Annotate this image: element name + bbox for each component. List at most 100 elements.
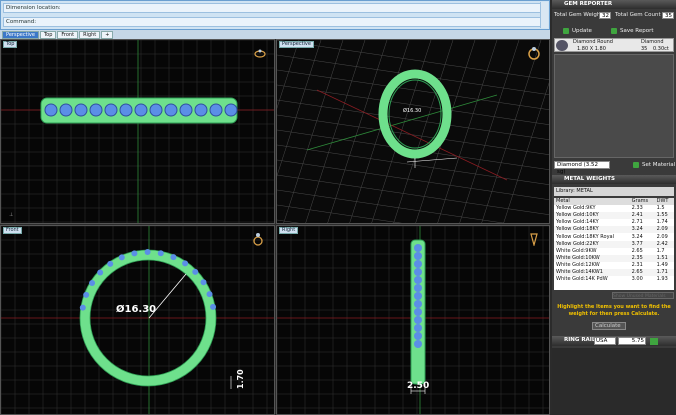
gem-list-area[interactable] bbox=[554, 54, 674, 158]
table-row[interactable]: Yellow Gold:18KY Royal 3.24 2.09 bbox=[554, 233, 674, 240]
table-row[interactable]: Yellow Gold:18KY 3.24 2.09 bbox=[554, 226, 674, 234]
tab-perspective[interactable]: Perspective bbox=[2, 31, 39, 39]
gem bbox=[89, 103, 103, 117]
viewport-front[interactable]: Front Ø16.30 1.70 bbox=[0, 225, 275, 415]
command-area: Dimension location: Command: bbox=[0, 0, 550, 30]
ring-perspective bbox=[378, 69, 452, 159]
table-cell: 2.65 bbox=[629, 268, 655, 277]
table-cell: White Gold:14K PdW bbox=[556, 276, 608, 283]
dimension-label: Ø16.30 bbox=[403, 107, 421, 114]
width-label: 2.50 bbox=[407, 381, 429, 391]
gem bbox=[179, 103, 193, 117]
gem bbox=[157, 250, 164, 257]
table-cell: White Gold:10KW bbox=[554, 254, 630, 262]
tab-front[interactable]: Front bbox=[57, 31, 79, 39]
gem bbox=[209, 103, 223, 117]
library-row[interactable]: Library: METAL bbox=[554, 187, 674, 196]
table-cell: 2.71 bbox=[631, 219, 643, 226]
table-cell: 3.24 bbox=[629, 226, 655, 234]
gem-reporter-header[interactable]: GEM REPORTER bbox=[552, 0, 676, 9]
table-cell: 1.74 bbox=[656, 219, 668, 226]
table-row[interactable]: White Gold:14KW1 2.65 1.71 bbox=[554, 268, 674, 277]
gem bbox=[79, 304, 86, 311]
viewport-label[interactable]: Front bbox=[3, 227, 22, 234]
viewport-label[interactable]: Right bbox=[279, 227, 299, 234]
command-input[interactable]: Command: bbox=[3, 17, 541, 27]
table-cell: White Gold:9KW bbox=[556, 247, 597, 254]
show-unused-toggle[interactable]: Show Unused Materials bbox=[612, 292, 674, 299]
gem bbox=[170, 254, 177, 261]
tab-top[interactable]: Top bbox=[39, 31, 57, 39]
refresh-icon bbox=[563, 28, 569, 34]
set-material-button[interactable]: Set Material bbox=[632, 161, 675, 169]
save-icon bbox=[611, 28, 617, 34]
gem bbox=[414, 268, 422, 276]
gem-size: 1.80 X 1.80 bbox=[577, 46, 606, 52]
table-row[interactable]: White Gold:14K PdW 3.00 1.93 bbox=[554, 276, 674, 283]
perspective-grid bbox=[277, 40, 549, 223]
gem-list-row[interactable]: Diamond Round 1.80 X 1.80 Diamond 35 0.3… bbox=[554, 38, 674, 52]
gem bbox=[182, 260, 189, 267]
region-select[interactable]: USA bbox=[594, 337, 616, 345]
metal-table[interactable]: Metal Grams DWT Yellow Gold:9KY 2.33 1.5 Ye… bbox=[554, 198, 674, 290]
material-select[interactable]: Diamond (3.52 sg) bbox=[554, 161, 610, 175]
gem bbox=[200, 279, 207, 286]
table-cell: 1.93 bbox=[656, 276, 668, 283]
library-value: METAL bbox=[576, 188, 593, 194]
table-row[interactable]: Yellow Gold:9KY 2.33 1.5 bbox=[554, 205, 674, 212]
viewport-right[interactable]: Right 2.50 bbox=[276, 225, 550, 415]
gem bbox=[134, 103, 148, 117]
viewport-perspective[interactable]: Perspective Ø16.30 bbox=[276, 39, 550, 224]
gem bbox=[414, 300, 422, 308]
gem-name: Diamond Round bbox=[573, 39, 613, 45]
metal-weights-header[interactable]: METAL WEIGHTS bbox=[552, 175, 676, 184]
ring-rail-title: RING RAIL bbox=[564, 337, 596, 343]
gem bbox=[414, 316, 422, 324]
ring-preview-icon bbox=[529, 232, 539, 246]
diameter-label: Ø16.30 bbox=[116, 303, 156, 315]
table-row[interactable]: Yellow Gold:22KY 3.77 2.42 bbox=[554, 240, 674, 248]
table-cell: 1.49 bbox=[656, 261, 668, 268]
gem bbox=[414, 244, 422, 252]
apply-size-icon[interactable] bbox=[650, 338, 658, 345]
command-history: Dimension location: bbox=[3, 3, 541, 13]
command-scrollbar[interactable] bbox=[540, 2, 548, 28]
table-cell: Yellow Gold:10KY bbox=[554, 212, 630, 220]
update-button[interactable]: Update bbox=[562, 27, 592, 35]
save-report-button[interactable]: Save Report bbox=[610, 27, 653, 35]
table-cell: 2.35 bbox=[629, 254, 655, 262]
gem bbox=[119, 103, 133, 117]
table-cell: 2.42 bbox=[654, 240, 674, 248]
gem-type: Diamond bbox=[641, 39, 664, 45]
calculate-button[interactable]: Calculate bbox=[592, 322, 626, 330]
table-row[interactable]: White Gold:10KW 2.35 1.51 bbox=[554, 254, 674, 262]
gem-count: 35 bbox=[641, 46, 648, 52]
column-header: Metal bbox=[554, 198, 630, 206]
gem bbox=[107, 260, 114, 267]
gem bbox=[414, 308, 422, 316]
table-row[interactable]: Yellow Gold:10KY 2.41 1.55 bbox=[554, 212, 674, 220]
table-cell: White Gold:12KW bbox=[556, 261, 600, 268]
table-row[interactable]: White Gold:12KW 2.31 1.49 bbox=[554, 262, 674, 269]
table-row[interactable]: Yellow Gold:14KY 2.71 1.74 bbox=[554, 219, 674, 226]
table-cell: White Gold:14KW1 bbox=[554, 268, 630, 277]
table-row[interactable]: White Gold:9KW 2.65 1.7 bbox=[554, 248, 674, 255]
gem bbox=[192, 268, 199, 275]
gem bbox=[59, 103, 73, 117]
viewport-label[interactable]: Top bbox=[3, 41, 18, 48]
viewport-label[interactable]: Perspective bbox=[279, 41, 314, 48]
table-cell: Yellow Gold:22KY bbox=[554, 240, 630, 248]
ring-size-input[interactable]: 5.75 bbox=[618, 337, 646, 345]
add-tab-button[interactable]: + bbox=[101, 31, 114, 39]
gem bbox=[206, 291, 213, 298]
table-cell: 3.77 bbox=[629, 240, 655, 248]
tab-right[interactable]: Right bbox=[79, 31, 101, 39]
table-cell: 2.65 bbox=[631, 247, 643, 254]
gem bbox=[414, 252, 422, 260]
total-gem-count-label: Total Gem Count bbox=[615, 12, 661, 18]
viewport-top[interactable]: Top ⊥ bbox=[0, 39, 275, 224]
gem bbox=[89, 279, 96, 286]
gem bbox=[104, 103, 118, 117]
gem bbox=[74, 103, 88, 117]
table-cell: Yellow Gold:14KY bbox=[556, 219, 599, 226]
